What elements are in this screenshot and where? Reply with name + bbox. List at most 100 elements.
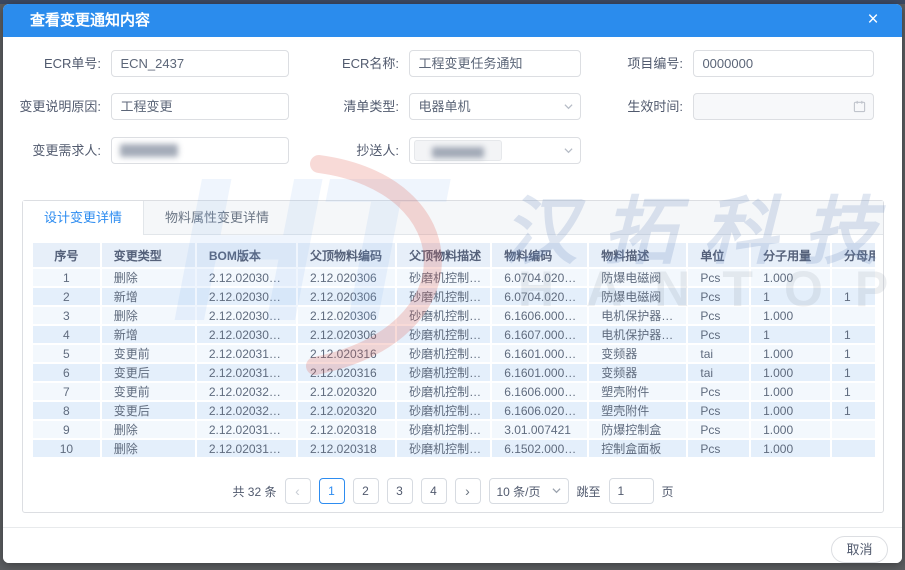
table-cell: 6.1607.000… — [492, 326, 587, 343]
field-effective-time: 生效时间: — [587, 93, 874, 120]
column-header: 父顶物料描述 — [397, 243, 490, 267]
table-cell: 控制盒面板 — [589, 440, 686, 457]
table-cell: 1 — [33, 269, 100, 286]
table-cell: Pcs — [688, 383, 749, 400]
cancel-button[interactable]: 取消 — [831, 536, 888, 563]
table-cell: tai — [688, 345, 749, 362]
page-size-select[interactable]: 10 条/页 — [489, 478, 569, 504]
cc-person-tag — [414, 140, 502, 161]
column-header: 变更类型 — [102, 243, 195, 267]
table-cell: 2.12.020318 — [298, 421, 395, 438]
table-cell: 6 — [33, 364, 100, 381]
project-number-input[interactable]: 0000000 — [693, 50, 874, 77]
field-project-number: 项目编号: 0000000 — [587, 50, 874, 77]
table-cell: 2.12.020316 — [298, 345, 395, 362]
table-cell: 1.000 — [751, 421, 830, 438]
prev-page-button[interactable]: ‹ — [285, 478, 311, 504]
table-row[interactable]: 8变更后2.12.02032…2.12.020320砂磨机控制…6.1606.0… — [33, 402, 875, 419]
table-cell: 2.12.020318 — [298, 440, 395, 457]
column-header: BOM版本 — [197, 243, 296, 267]
table-cell: 1 — [832, 288, 875, 305]
calendar-icon — [853, 94, 866, 119]
table-cell: 2.12.020306 — [298, 307, 395, 324]
table-cell: 变更前 — [102, 345, 195, 362]
next-page-button[interactable]: › — [455, 478, 481, 504]
page-button-2[interactable]: 2 — [353, 478, 379, 504]
jump-page-input[interactable]: 1 — [609, 478, 654, 504]
ecr-name-input[interactable]: 工程变更任务通知 — [409, 50, 581, 77]
table-cell: Pcs — [688, 307, 749, 324]
page-button-4[interactable]: 4 — [421, 478, 447, 504]
table-row[interactable]: 7变更前2.12.02032…2.12.020320砂磨机控制…6.1606.0… — [33, 383, 875, 400]
table-cell: 2.12.020320 — [298, 402, 395, 419]
tab-material-attr-change-detail[interactable]: 物料属性变更详情 — [144, 201, 290, 235]
table-cell: 1 — [751, 288, 830, 305]
table-cell: 新增 — [102, 326, 195, 343]
table-row[interactable]: 3删除2.12.02030…2.12.020306砂磨机控制…6.1606.00… — [33, 307, 875, 324]
table-cell: 防爆控制盒 — [589, 421, 686, 438]
field-change-requester: 变更需求人: — [7, 137, 289, 164]
total-count: 共 32 条 — [232, 483, 276, 500]
table-cell: 变频器 — [589, 345, 686, 362]
page-button-1[interactable]: 1 — [319, 478, 345, 504]
tab-bar: 设计变更详情 物料属性变更详情 — [23, 201, 883, 235]
tab-design-change-detail[interactable]: 设计变更详情 — [23, 201, 144, 235]
table-cell: 2.12.02031… — [197, 421, 296, 438]
table-cell: 3.01.007421 — [492, 421, 587, 438]
table-row[interactable]: 4新增2.12.02030…2.12.020306砂磨机控制…6.1607.00… — [33, 326, 875, 343]
table-cell: 7 — [33, 383, 100, 400]
dialog-titlebar: 查看变更通知内容 × — [3, 4, 902, 37]
table-cell: 2.12.02030… — [197, 288, 296, 305]
table-cell: 2.12.020306 — [298, 269, 395, 286]
table-cell: 1.000 — [751, 345, 830, 362]
table-cell: 2.12.020320 — [298, 383, 395, 400]
jump-to-label: 跳至 — [577, 483, 601, 500]
table-row[interactable]: 10删除2.12.02031…2.12.020318砂磨机控制…6.1502.0… — [33, 440, 875, 457]
table-cell: 防爆电磁阀 — [589, 288, 686, 305]
table-cell: 防爆电磁阀 — [589, 269, 686, 286]
table-cell: 1.000 — [751, 269, 830, 286]
table-row[interactable]: 9删除2.12.02031…2.12.020318砂磨机控制…3.01.0074… — [33, 421, 875, 438]
table-cell: 砂磨机控制… — [397, 288, 490, 305]
list-type-label: 清单类型: — [303, 93, 399, 120]
change-reason-label: 变更说明原因: — [7, 93, 101, 120]
page-button-3[interactable]: 3 — [387, 478, 413, 504]
table-cell: 新增 — [102, 288, 195, 305]
table-cell: Pcs — [688, 440, 749, 457]
list-type-select[interactable]: 电器单机 — [409, 93, 581, 120]
close-icon[interactable]: × — [858, 4, 888, 37]
table-cell: 6.1601.000… — [492, 345, 587, 362]
table-cell: 2.12.02032… — [197, 383, 296, 400]
pagination: 共 32 条 ‹ 1234 › 10 条/页 跳至 1 页 — [23, 478, 883, 504]
table-cell: 砂磨机控制… — [397, 307, 490, 324]
change-table: 序号变更类型BOM版本父顶物料编码父顶物料描述物料编码物料描述单位分子用量分母用… — [31, 241, 875, 459]
table-cell: 6.0704.020… — [492, 269, 587, 286]
table-cell: 塑壳附件 — [589, 383, 686, 400]
table-cell: 电机保护器… — [589, 307, 686, 324]
table-cell: 6.1606.000… — [492, 307, 587, 324]
change-reason-input[interactable]: 工程变更 — [111, 93, 289, 120]
redacted-name — [432, 147, 484, 158]
table-row[interactable]: 6变更后2.12.02031…2.12.020316砂磨机控制…6.1601.0… — [33, 364, 875, 381]
table-cell: 1 — [832, 383, 875, 400]
redacted-name — [120, 144, 178, 157]
jump-page-suffix: 页 — [662, 483, 674, 500]
table-cell: Pcs — [688, 421, 749, 438]
table-cell: 1.000 — [751, 307, 830, 324]
table-cell: 砂磨机控制… — [397, 383, 490, 400]
table-cell: 1 — [832, 326, 875, 343]
table-row[interactable]: 2新增2.12.02030…2.12.020306砂磨机控制…6.0704.02… — [33, 288, 875, 305]
field-ecr-number: ECR单号: ECN_2437 — [7, 50, 289, 77]
change-requester-input[interactable] — [111, 137, 289, 164]
table-cell: 2.12.02030… — [197, 269, 296, 286]
table-cell — [832, 269, 875, 286]
table-row[interactable]: 1删除2.12.02030…2.12.020306砂磨机控制…6.0704.02… — [33, 269, 875, 286]
ecr-number-input[interactable]: ECN_2437 — [111, 50, 289, 77]
table-cell: 2.12.020306 — [298, 288, 395, 305]
cc-person-select[interactable] — [409, 137, 581, 164]
table-cell: 2.12.02030… — [197, 307, 296, 324]
table-cell: 1.000 — [751, 440, 830, 457]
table-row[interactable]: 5变更前2.12.02031…2.12.020316砂磨机控制…6.1601.0… — [33, 345, 875, 362]
effective-time-input[interactable] — [693, 93, 874, 120]
table-cell: 变更前 — [102, 383, 195, 400]
